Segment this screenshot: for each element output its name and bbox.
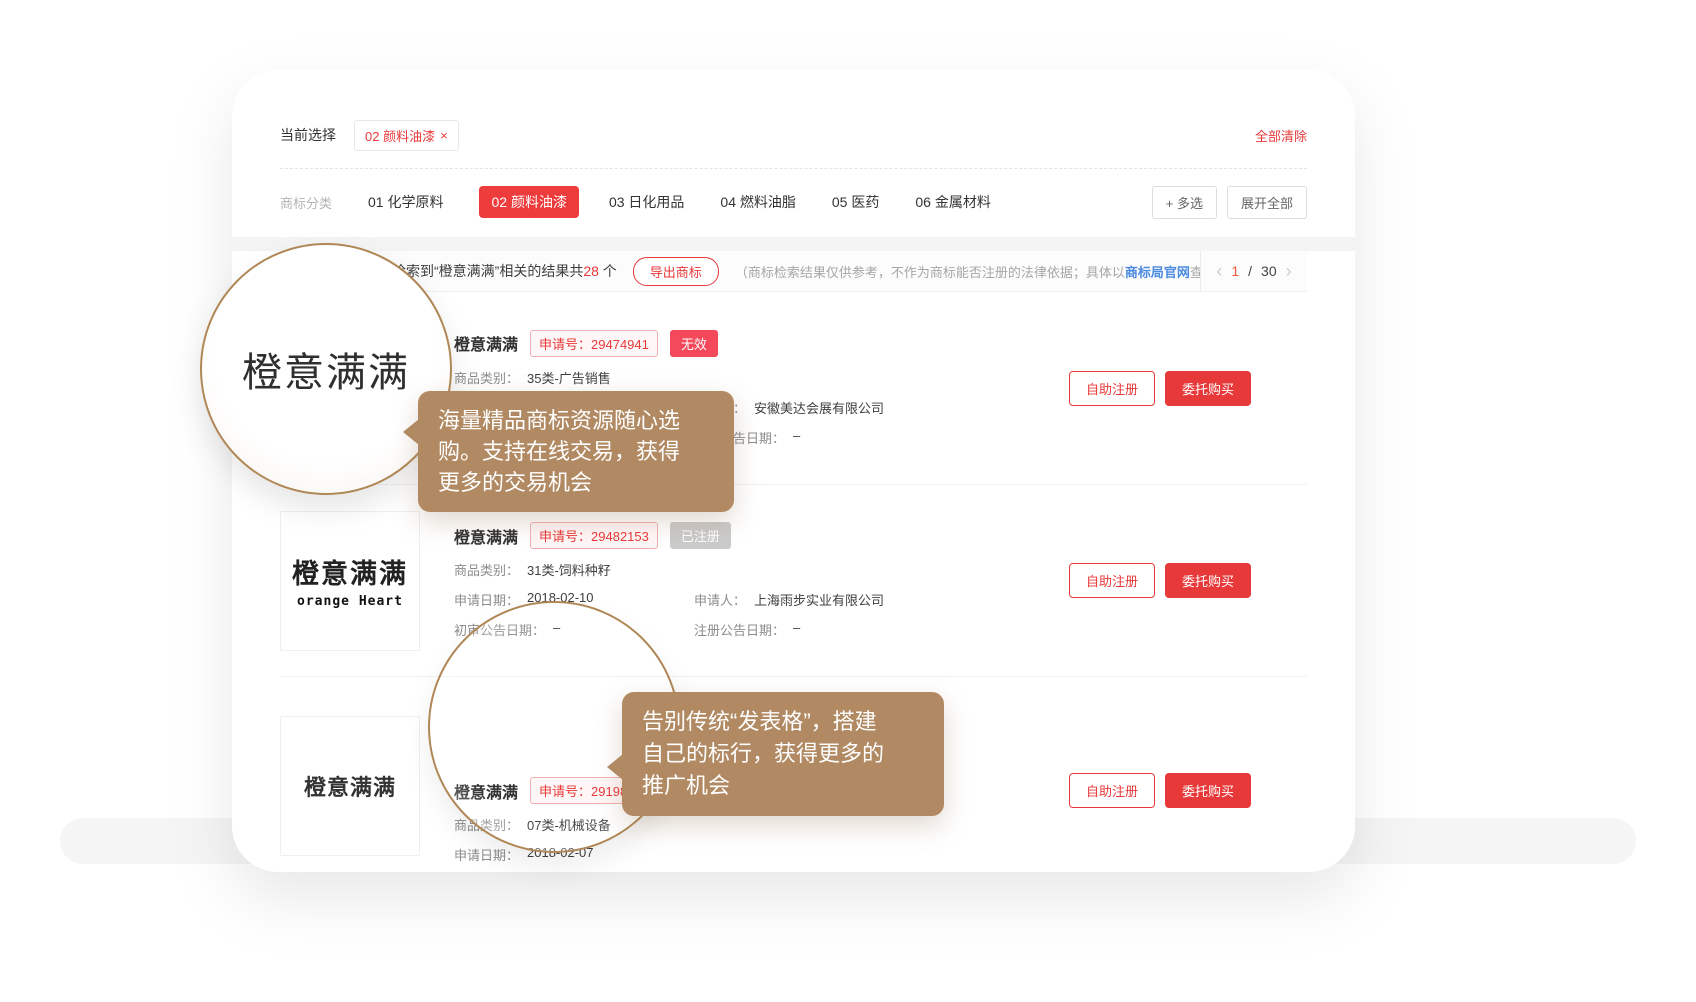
goods-category: 31类-饲料种籽 [527, 560, 611, 579]
results-header: 为您在全部分类下检索到“橙意满满”相关的结果共28 个 导出商标 （商标检索结果… [280, 251, 1307, 292]
total-pages: 30 [1261, 263, 1277, 279]
selected-filter-tag-label: 02 颜料油漆 [365, 126, 435, 145]
trademark-image-text: 橙意满满 [304, 770, 396, 802]
callout-bubble: 海量精品商标资源随心选 购。支持在线交易，获得 更多的交易机会 [418, 391, 734, 512]
entrust-purchase-button[interactable]: 委托购买 [1165, 371, 1251, 406]
table-row: 橙意满满 orange Heart 橙意满满 申请号：29482153 已注册 … [280, 484, 1307, 676]
current-selection-bar: 当前选择 02 颜料油漆 × 全部清除 [280, 120, 1307, 150]
pagination: ‹ 1 / 30 › [1200, 251, 1307, 291]
current-page: 1 [1231, 263, 1239, 279]
page: 当前选择 02 颜料油漆 × 全部清除 商标分类 01 化学原料 02 颜料油漆… [0, 0, 1696, 1002]
self-register-button[interactable]: 自助注册 [1069, 773, 1155, 808]
prev-page-icon[interactable]: ‹ [1216, 262, 1222, 280]
magnifier-circle: 橙意满满 [200, 243, 452, 495]
trademark-name: 橙意满满 [454, 524, 518, 548]
self-register-button[interactable]: 自助注册 [1069, 371, 1155, 406]
category-item-06[interactable]: 06 金属材料 [915, 192, 990, 212]
category-bar: 商标分类 01 化学原料 02 颜料油漆 03 日化用品 04 燃料油脂 05 … [280, 185, 1307, 219]
category-bar-label: 商标分类 [280, 193, 332, 212]
remove-filter-icon[interactable]: × [440, 128, 448, 143]
disclaimer-text: （商标检索结果仅供参考，不作为商标能否注册的法律依据；具体以商标局官网查询为准。… [735, 262, 1200, 281]
category-item-05[interactable]: 05 医药 [832, 192, 879, 212]
status-badge: 无效 [670, 330, 718, 357]
applicant: 安徽美达会展有限公司 [754, 398, 884, 417]
divider [280, 168, 1307, 169]
entrust-purchase-button[interactable]: 委托购买 [1165, 773, 1251, 808]
trademark-image: 橙意满满 orange Heart [280, 511, 420, 651]
magnified-trademark-text: 橙意满满 [242, 340, 410, 398]
application-number-tag: 申请号：29482153 [530, 522, 658, 549]
category-item-04[interactable]: 04 燃料油脂 [720, 192, 795, 212]
clear-all-link[interactable]: 全部清除 [1255, 126, 1307, 145]
callout-bubble: 告别传统“发表格”，搭建 自己的标行，获得更多的 推广机会 [622, 692, 944, 816]
trademark-office-link[interactable]: 商标局官网 [1125, 265, 1190, 280]
current-selection-label: 当前选择 [280, 125, 336, 145]
category-item-01[interactable]: 01 化学原料 [368, 192, 443, 212]
trademark-image: 橙意满满 [280, 716, 420, 856]
export-trademark-button[interactable]: 导出商标 [633, 257, 719, 286]
trademark-name: 橙意满满 [454, 331, 518, 355]
self-register-button[interactable]: 自助注册 [1069, 563, 1155, 598]
multi-select-button[interactable]: + 多选 [1152, 186, 1217, 219]
category-item-02-selected[interactable]: 02 颜料油漆 [479, 186, 578, 218]
selected-filter-tag[interactable]: 02 颜料油漆 × [354, 120, 459, 151]
status-badge: 已注册 [670, 522, 731, 549]
entrust-purchase-button[interactable]: 委托购买 [1165, 563, 1251, 598]
goods-category: 35类-广告销售 [527, 368, 611, 387]
expand-all-button[interactable]: 展开全部 [1227, 186, 1307, 219]
applicant: 上海雨步实业有限公司 [754, 590, 884, 609]
trademark-image-subtext: orange Heart [297, 594, 403, 609]
category-item-03[interactable]: 03 日化用品 [609, 192, 684, 212]
section-gap [232, 237, 1355, 251]
application-number-tag: 申请号：29474941 [530, 330, 658, 357]
next-page-icon[interactable]: › [1286, 262, 1292, 280]
results-count: 28 [583, 263, 599, 279]
trademark-image-text: 橙意满满 [292, 552, 408, 591]
